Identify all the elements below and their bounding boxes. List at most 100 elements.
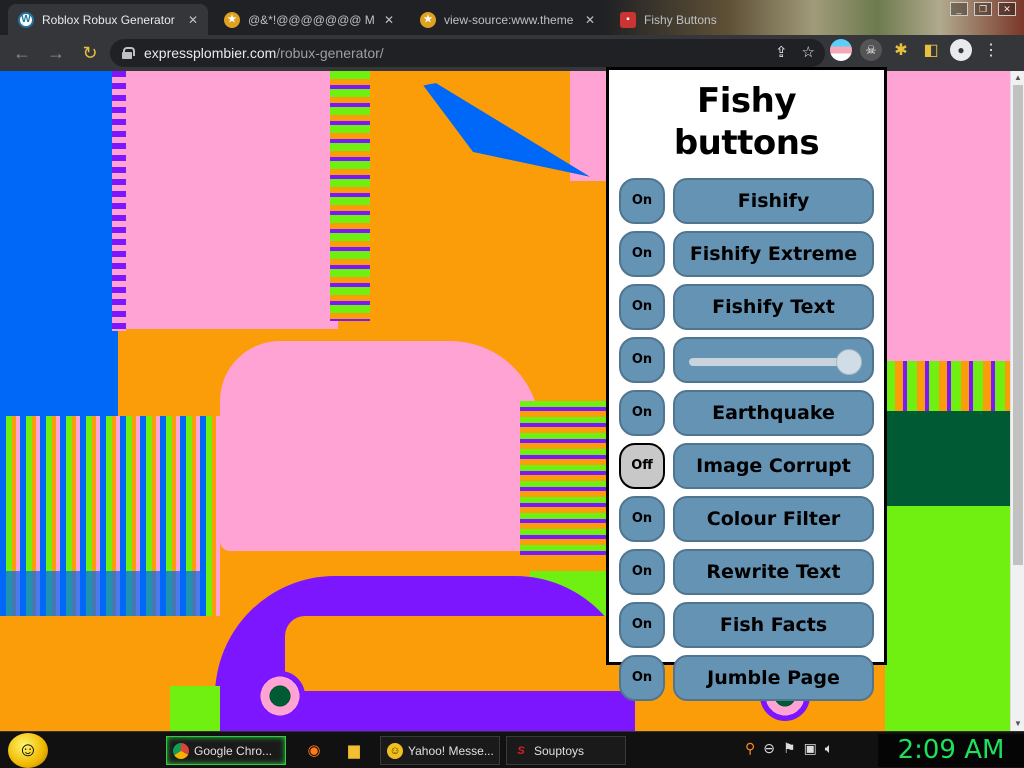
- jumble-page-toggle[interactable]: On: [619, 654, 665, 701]
- maximize-icon[interactable]: ❐: [974, 2, 992, 16]
- start-button[interactable]: ☺: [8, 733, 48, 768]
- slider-thumb[interactable]: [836, 348, 862, 375]
- panel-title: Fishy buttons: [673, 81, 820, 163]
- fishify-row: On Fishify: [619, 174, 874, 227]
- tab-title: @&*!@@@@@@@ M: [248, 12, 375, 27]
- corrupt-block: [885, 411, 1010, 506]
- fishify-button[interactable]: Fishify: [673, 177, 874, 224]
- forward-arrow-icon[interactable]: →: [40, 37, 72, 69]
- wordpress-icon: W: [18, 11, 34, 28]
- corrupt-block: [330, 71, 370, 321]
- colour-filter-toggle[interactable]: On: [619, 495, 665, 542]
- taskbar-item-label: Souptoys: [534, 743, 585, 758]
- corrupt-block: [520, 401, 610, 561]
- lock-icon[interactable]: [122, 47, 135, 59]
- corrupt-block: [220, 341, 540, 551]
- system-tray: ⚲ ⊖ ⚑ ▣ 🔈︎: [745, 740, 833, 757]
- smiley-start-icon: ☺: [17, 739, 39, 761]
- intensity-slider[interactable]: [673, 336, 874, 383]
- corrupt-block: [118, 71, 338, 329]
- close-window-icon[interactable]: ✕: [998, 2, 1016, 16]
- fish-icon: ▪: [620, 11, 636, 28]
- taskbar-item-chrome[interactable]: Google Chro...: [166, 736, 286, 765]
- slider-track[interactable]: [689, 357, 858, 366]
- image-corrupt-toggle[interactable]: Off: [619, 442, 665, 489]
- corrupt-block: [885, 506, 1010, 731]
- action-center-flag-icon[interactable]: ⚑: [783, 740, 796, 757]
- folder-icon[interactable]: ▆: [342, 738, 366, 762]
- fish-facts-toggle[interactable]: On: [619, 601, 665, 648]
- more-menu-icon[interactable]: ⋮: [980, 39, 1002, 61]
- taskbar-item-yahoo-messenger[interactable]: ☺ Yahoo! Messe...: [380, 736, 500, 765]
- fishy-buttons-panel: Fishy buttons On Fishify On Fishify Extr…: [606, 67, 887, 701]
- rewrite-text-toggle[interactable]: On: [619, 548, 665, 595]
- network-icon[interactable]: ▣: [804, 740, 817, 757]
- scroll-down-arrow-icon[interactable]: ▼: [1013, 719, 1023, 729]
- corrupt-block: [255, 671, 305, 721]
- close-tab-icon[interactable]: ✕: [577, 13, 595, 27]
- rewrite-text-button[interactable]: Rewrite Text: [673, 548, 874, 595]
- fish-facts-row: On Fish Facts: [619, 598, 874, 651]
- colour-filter-row: On Colour Filter: [619, 492, 874, 545]
- jumble-page-row: On Jumble Page: [619, 651, 874, 704]
- corrupt-block: [885, 71, 1010, 361]
- slider-row: On: [619, 333, 874, 386]
- fishify-extreme-toggle[interactable]: On: [619, 230, 665, 277]
- slider-toggle[interactable]: On: [619, 336, 665, 383]
- taskbar-item-label: Google Chro...: [194, 743, 273, 758]
- chat-status-icon[interactable]: ⊖: [763, 740, 775, 757]
- taskbar-clock[interactable]: 2:09 AM: [878, 734, 1024, 767]
- skull-extension-icon[interactable]: ☠: [860, 39, 882, 61]
- puzzle-extensions-icon[interactable]: ✱: [890, 39, 912, 61]
- url-host: expressplombier.com: [144, 45, 277, 61]
- minimize-icon[interactable]: _: [950, 2, 968, 16]
- colour-filter-button[interactable]: Colour Filter: [673, 495, 874, 542]
- earthquake-button[interactable]: Earthquake: [673, 389, 874, 436]
- scrollbar-thumb[interactable]: [1013, 85, 1023, 565]
- yahoo-messenger-icon: ☺: [387, 742, 403, 759]
- fishify-extreme-row: On Fishify Extreme: [619, 227, 874, 280]
- corrupt-block: [570, 71, 610, 181]
- corrupt-block: [0, 571, 200, 616]
- close-tab-icon[interactable]: ✕: [180, 13, 198, 27]
- tab-title: Fishy Buttons: [644, 12, 717, 27]
- reload-icon[interactable]: ↻: [74, 37, 106, 69]
- profile-avatar-icon[interactable]: ●: [950, 39, 972, 61]
- volume-icon[interactable]: 🔈︎: [825, 740, 833, 757]
- close-tab-icon[interactable]: ✕: [376, 13, 394, 27]
- url-path: /robux-generator/: [276, 45, 384, 61]
- bookmark-star-icon[interactable]: ☆: [802, 43, 815, 61]
- jumble-page-button[interactable]: Jumble Page: [673, 654, 874, 701]
- browser-toolbar: ← → ↻ expressplombier.com/robux-generato…: [0, 35, 1024, 71]
- flag-extension-icon[interactable]: [830, 39, 852, 61]
- tab-2[interactable]: ★ @&*!@@@@@@@ M ✕: [214, 4, 404, 35]
- tab-3[interactable]: ★ view-source:www.theme ✕: [410, 4, 605, 35]
- page-scrollbar[interactable]: ▲ ▼: [1010, 71, 1024, 731]
- fishify-toggle[interactable]: On: [619, 177, 665, 224]
- souptoys-icon: S: [517, 744, 525, 757]
- taskbar-item-souptoys[interactable]: S Souptoys: [506, 736, 626, 765]
- search-icon[interactable]: ⚲: [745, 740, 755, 757]
- earthquake-toggle[interactable]: On: [619, 389, 665, 436]
- address-bar[interactable]: expressplombier.com/robux-generator/ ⇪ ☆: [110, 39, 825, 67]
- window-controls: _ ❐ ✕: [950, 2, 1016, 16]
- scroll-up-arrow-icon[interactable]: ▲: [1013, 73, 1023, 83]
- tab-fishy-buttons[interactable]: ▪ Fishy Buttons: [610, 4, 810, 35]
- earthquake-row: On Earthquake: [619, 386, 874, 439]
- fishify-text-row: On Fishify Text: [619, 280, 874, 333]
- image-corrupt-button[interactable]: Image Corrupt: [673, 442, 874, 489]
- omnibox-actions: ⇪ ☆: [775, 43, 815, 61]
- fishify-extreme-button[interactable]: Fishify Extreme: [673, 230, 874, 277]
- fishify-text-toggle[interactable]: On: [619, 283, 665, 330]
- back-arrow-icon[interactable]: ←: [6, 37, 38, 69]
- chrome-icon: [173, 742, 189, 759]
- tab-roblox-robux-generator[interactable]: W Roblox Robux Generator ✕: [8, 4, 208, 35]
- sidebar-toggle-icon[interactable]: ◧: [920, 39, 942, 61]
- stars-icon: ★: [420, 11, 436, 28]
- corrupt-block: [885, 361, 1010, 411]
- fish-facts-button[interactable]: Fish Facts: [673, 601, 874, 648]
- fishify-text-button[interactable]: Fishify Text: [673, 283, 874, 330]
- corrupt-block: [112, 71, 126, 331]
- share-icon[interactable]: ⇪: [775, 43, 788, 61]
- firefox-icon[interactable]: ◉: [302, 738, 326, 762]
